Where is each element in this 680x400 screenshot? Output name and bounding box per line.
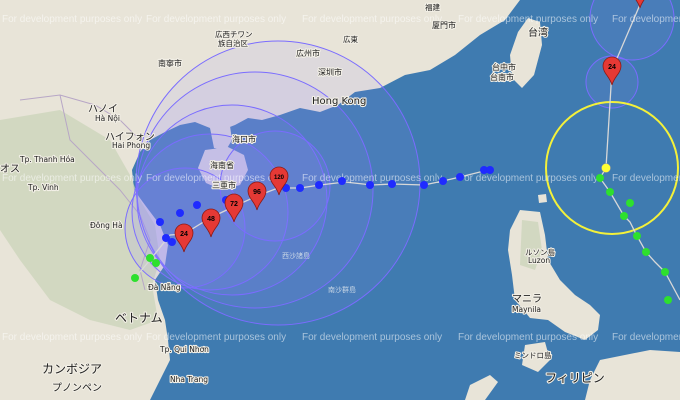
label-xisha: 西沙諸島: [282, 251, 310, 260]
label-fujian: 福建: [425, 2, 440, 12]
forecast-point[interactable]: [664, 296, 672, 304]
label-cambodia: カンボジア: [42, 362, 102, 376]
label-vinh: Tp. Vinh: [27, 183, 59, 192]
label-nansha: 南沙群島: [328, 285, 356, 294]
forecast-point[interactable]: [596, 174, 604, 182]
label-haikou: 海口市: [232, 134, 256, 144]
label-laos: オス: [0, 163, 20, 175]
forecast-point[interactable]: [620, 212, 628, 220]
label-tainan: 台南市: [490, 72, 514, 82]
track-point[interactable]: [420, 181, 428, 189]
forecast-point[interactable]: [633, 232, 641, 240]
svg-text:For development purposes only: For development purposes only: [612, 14, 680, 25]
label-sanya: 三亜市: [212, 180, 236, 190]
svg-text:96: 96: [253, 189, 261, 196]
svg-text:For development purposes only: For development purposes only: [302, 14, 442, 25]
label-nanning: 南寧市: [158, 58, 182, 68]
label-vietnam: ベトナム: [115, 311, 163, 325]
svg-text:For development purposes only: For development purposes only: [2, 332, 142, 343]
label-taiwan: 台湾: [528, 26, 548, 39]
track-point[interactable]: [456, 173, 464, 181]
track-point[interactable]: [193, 201, 201, 209]
label-danang: Đà Nẵng: [148, 283, 181, 292]
forecast-point[interactable]: [606, 188, 614, 196]
label-thanhhoa: Tp. Thanh Hóa: [19, 155, 75, 164]
label-taichung: 台中市: [492, 62, 516, 72]
svg-text:For development purposes only: For development purposes only: [458, 332, 598, 343]
track-point[interactable]: [156, 218, 164, 226]
label-guangdong: 広東: [343, 34, 358, 44]
label-phnompenh: プノンペン: [52, 382, 102, 394]
label-guangxi: 広西チワン: [215, 29, 253, 39]
svg-text:48: 48: [207, 216, 215, 223]
track-point[interactable]: [388, 180, 396, 188]
label-mindoro: ミンドロ島: [514, 350, 552, 360]
label-guangxi-2: 族自治区: [218, 38, 248, 48]
label-manila-en: Maynila: [512, 305, 541, 314]
forecast-point[interactable]: [131, 274, 139, 282]
label-philippines: フィリピン: [545, 371, 605, 385]
forecast-point[interactable]: [661, 268, 669, 276]
label-hanoi-en: Hà Nội: [95, 114, 120, 123]
track-point[interactable]: [176, 209, 184, 217]
svg-text:For development purposes only: For development purposes only: [2, 14, 142, 25]
batanes-islands: [538, 194, 547, 203]
svg-text:For development purposes only: For development purposes only: [146, 14, 286, 25]
typhoon-track-map[interactable]: For development purposes only For develo…: [0, 0, 680, 400]
label-shenzhen: 深圳市: [318, 67, 342, 77]
track-point[interactable]: [486, 166, 494, 174]
svg-text:For development purposes only: For development purposes only: [458, 173, 598, 184]
current-position-point[interactable]: [601, 163, 611, 173]
label-haiphong-en: Hai Phong: [112, 141, 150, 150]
svg-text:For development purposes only: For development purposes only: [2, 173, 142, 184]
track-point[interactable]: [315, 181, 323, 189]
label-xiamen: 厦門市: [432, 20, 456, 30]
label-guangzhou: 広州市: [296, 48, 320, 58]
label-hongkong: Hong Kong: [312, 96, 366, 107]
label-luzon-en: Luzon: [528, 256, 550, 265]
label-manila: マニラ: [512, 293, 542, 305]
svg-text:For development purposes only: For development purposes only: [458, 14, 598, 25]
track-point[interactable]: [338, 177, 346, 185]
track-point[interactable]: [366, 181, 374, 189]
map-canvas: For development purposes only For develo…: [0, 0, 680, 400]
label-hainan: 海南省: [210, 160, 234, 170]
svg-text:For development purposes only: For development purposes only: [302, 332, 442, 343]
label-nhatrang: Nha Trang: [170, 375, 208, 384]
svg-text:24: 24: [180, 231, 188, 238]
forecast-point[interactable]: [626, 199, 634, 207]
svg-text:120: 120: [274, 175, 285, 181]
svg-text:For development purposes only: For development purposes only: [146, 332, 286, 343]
label-quynhon: Tp. Qui Nhơn: [159, 345, 209, 354]
track-point[interactable]: [168, 238, 176, 246]
svg-text:24: 24: [608, 64, 616, 71]
forecast-point[interactable]: [642, 248, 650, 256]
track-point[interactable]: [439, 177, 447, 185]
track-point[interactable]: [296, 184, 304, 192]
forecast-point[interactable]: [152, 259, 160, 267]
svg-text:For development purposes only: For development purposes only: [612, 173, 680, 184]
svg-text:72: 72: [230, 201, 238, 208]
label-dongha: Đông Hà: [90, 221, 123, 230]
svg-text:For development purposes only: For development purposes only: [612, 332, 680, 343]
